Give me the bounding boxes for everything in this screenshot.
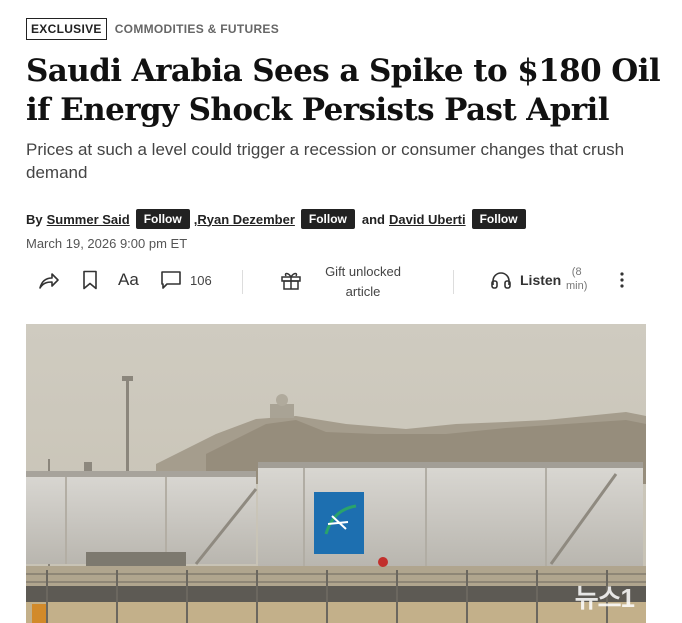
byline-and: and [361, 211, 386, 227]
listen-duration-line1: (8 [571, 266, 582, 278]
listen-label: Listen [520, 272, 562, 288]
article-toolbar: Aa 106 Gift unlocked article Listen (8 m… [26, 262, 646, 300]
author-link-david-uberti[interactable]: David Uberti [389, 212, 466, 227]
gift-label-line2: article [345, 284, 381, 299]
listen-button[interactable]: Listen [490, 270, 561, 290]
save-button[interactable] [82, 270, 98, 290]
oil-storage-tanks-photo [26, 324, 646, 623]
news-agency-watermark: 뉴스1 [574, 583, 635, 613]
byline-prefix: By [26, 211, 43, 227]
comments-count: 106 [190, 272, 212, 288]
text-size-button[interactable]: Aa [118, 270, 139, 290]
listen-duration: (8 min) [566, 265, 587, 293]
listen-duration-line2: min) [566, 280, 588, 292]
article-tags: EXCLUSIVE COMMODITIES & FUTURES [26, 18, 279, 40]
gift-article-button[interactable] [280, 270, 302, 290]
toolbar-divider [453, 270, 454, 294]
author-link-summer-said[interactable]: Summer Said [47, 212, 130, 227]
follow-button-david-uberti[interactable]: Follow [471, 209, 526, 229]
more-vertical-icon [620, 272, 624, 288]
headline: Saudi Arabia Sees a Spike to $180 Oil if… [26, 53, 661, 128]
more-options-button[interactable] [618, 270, 626, 290]
gift-label-line1: Gift unlocked [325, 264, 401, 279]
headphones-icon [491, 272, 511, 289]
comments-button[interactable]: 106 [160, 270, 212, 290]
share-button[interactable] [38, 271, 60, 291]
article-dek: Prices at such a level could trigger a r… [26, 140, 625, 182]
comment-icon [161, 271, 181, 289]
gift-icon [281, 272, 301, 290]
gift-article-label[interactable]: Gift unlocked article [308, 262, 418, 302]
share-icon [39, 273, 59, 289]
follow-button-summer-said[interactable]: Follow [135, 209, 190, 229]
follow-button-ryan-dezember[interactable]: Follow [300, 209, 355, 229]
exclusive-badge: EXCLUSIVE [26, 18, 107, 40]
article-hero-image: 뉴스1 [26, 324, 646, 623]
bookmark-icon [83, 270, 97, 290]
toolbar-divider [242, 270, 243, 294]
section-link[interactable]: COMMODITIES & FUTURES [115, 22, 279, 36]
author-link-ryan-dezember[interactable]: Ryan Dezember [197, 212, 295, 227]
publish-timestamp: March 19, 2026 9:00 pm ET [26, 236, 188, 251]
byline: By Summer Said Follow , Ryan Dezember Fo… [26, 209, 526, 229]
